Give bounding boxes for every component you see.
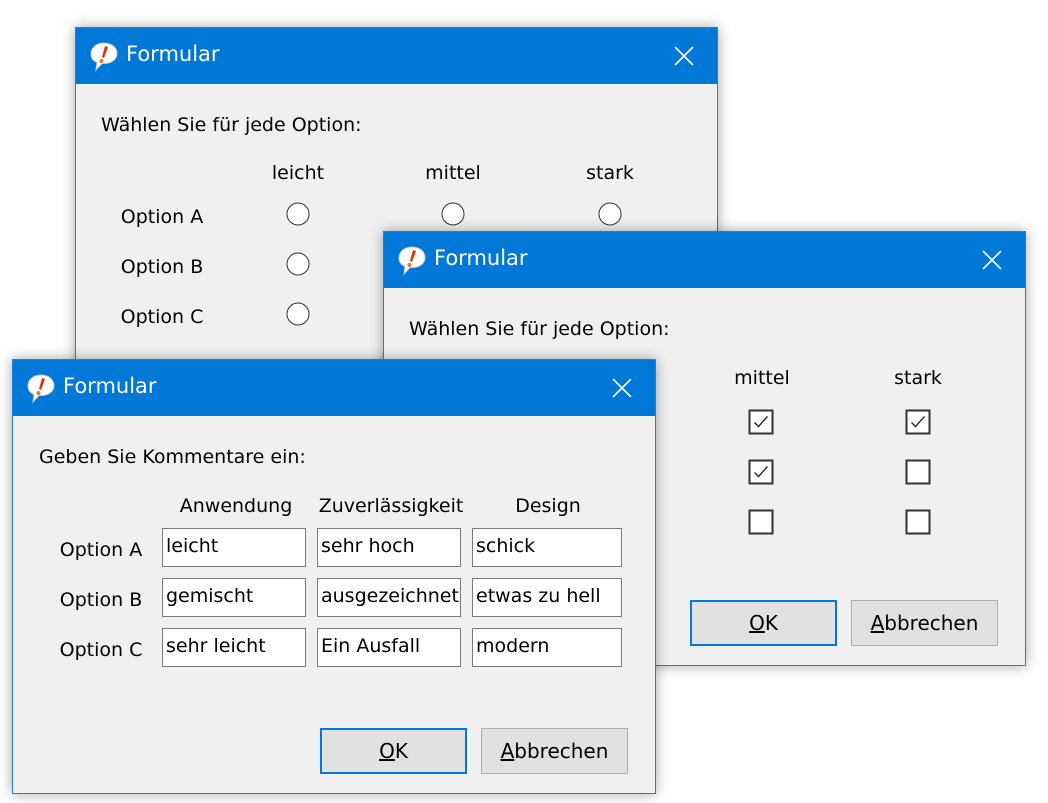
close-button[interactable] [651, 28, 717, 84]
checkmark-icon [910, 415, 926, 428]
ok-button[interactable]: OK [690, 600, 837, 646]
radio-a-leicht[interactable] [286, 202, 310, 226]
close-icon [674, 46, 694, 66]
app-icon [88, 40, 120, 72]
row-label: Option C [59, 639, 143, 661]
cancel-button[interactable]: Abbrechen [481, 728, 628, 774]
checkbox-c-mittel[interactable] [748, 509, 774, 535]
radio-a-mittel[interactable] [441, 202, 465, 226]
checkmark-icon [753, 465, 769, 478]
ok-button[interactable]: OK [320, 728, 467, 774]
prompt-label: Wählen Sie für jede Option: [101, 114, 362, 136]
radio-a-stark[interactable] [598, 202, 622, 226]
close-button[interactable] [959, 232, 1025, 288]
checkbox-a-stark[interactable] [905, 409, 931, 435]
window-title: Formular [434, 246, 528, 270]
row-label-a: Option A [120, 206, 204, 228]
comment-input[interactable]: schick [472, 528, 622, 567]
checkbox-a-mittel[interactable] [748, 409, 774, 435]
app-icon [25, 372, 57, 404]
radio-b-leicht[interactable] [286, 252, 310, 276]
checkbox-b-mittel[interactable] [748, 459, 774, 485]
column-header-stark: stark [894, 367, 942, 389]
comment-input[interactable]: Ein Ausfall [317, 628, 461, 667]
checkbox-c-stark[interactable] [905, 509, 931, 535]
comment-input[interactable]: ausgezeichnet [317, 578, 461, 617]
row-label-b: Option B [120, 256, 204, 278]
comment-input[interactable]: leicht [162, 528, 306, 567]
prompt-label: Wählen Sie für jede Option: [409, 318, 670, 340]
comment-input[interactable]: gemischt [162, 578, 306, 617]
radio-c-leicht[interactable] [286, 302, 310, 326]
column-header-zuverlaessigkeit: Zuverlässigkeit [318, 495, 464, 517]
close-button[interactable] [589, 360, 655, 416]
column-header-mittel: mittel [734, 367, 790, 389]
column-header-anwendung: Anwendung [179, 495, 293, 517]
comment-input[interactable]: sehr leicht [162, 628, 306, 667]
checkbox-b-stark[interactable] [905, 459, 931, 485]
row-label: Option B [59, 589, 143, 611]
prompt-label: Geben Sie Kommentare ein: [39, 446, 306, 468]
title-bar[interactable]: Formular [13, 360, 655, 416]
window-title: Formular [126, 42, 220, 66]
comment-input[interactable]: sehr hoch [317, 528, 461, 567]
column-header-design: Design [515, 495, 581, 517]
column-header-stark: stark [586, 162, 634, 184]
close-icon [612, 378, 632, 398]
column-header-mittel: mittel [425, 162, 481, 184]
row-label-c: Option C [120, 306, 204, 328]
dialog-window-comments: Formular Geben Sie Kommentare ein: Anwen… [12, 359, 656, 794]
close-icon [982, 250, 1002, 270]
title-bar[interactable]: Formular [76, 28, 717, 84]
app-icon [396, 244, 428, 276]
row-label: Option A [59, 539, 143, 561]
comment-input[interactable]: etwas zu hell [472, 578, 622, 617]
checkmark-icon [753, 415, 769, 428]
title-bar[interactable]: Formular [384, 232, 1025, 288]
column-header-leicht: leicht [271, 162, 325, 184]
window-title: Formular [63, 374, 157, 398]
cancel-button[interactable]: Abbrechen [851, 600, 998, 646]
comment-input[interactable]: modern [472, 628, 622, 667]
